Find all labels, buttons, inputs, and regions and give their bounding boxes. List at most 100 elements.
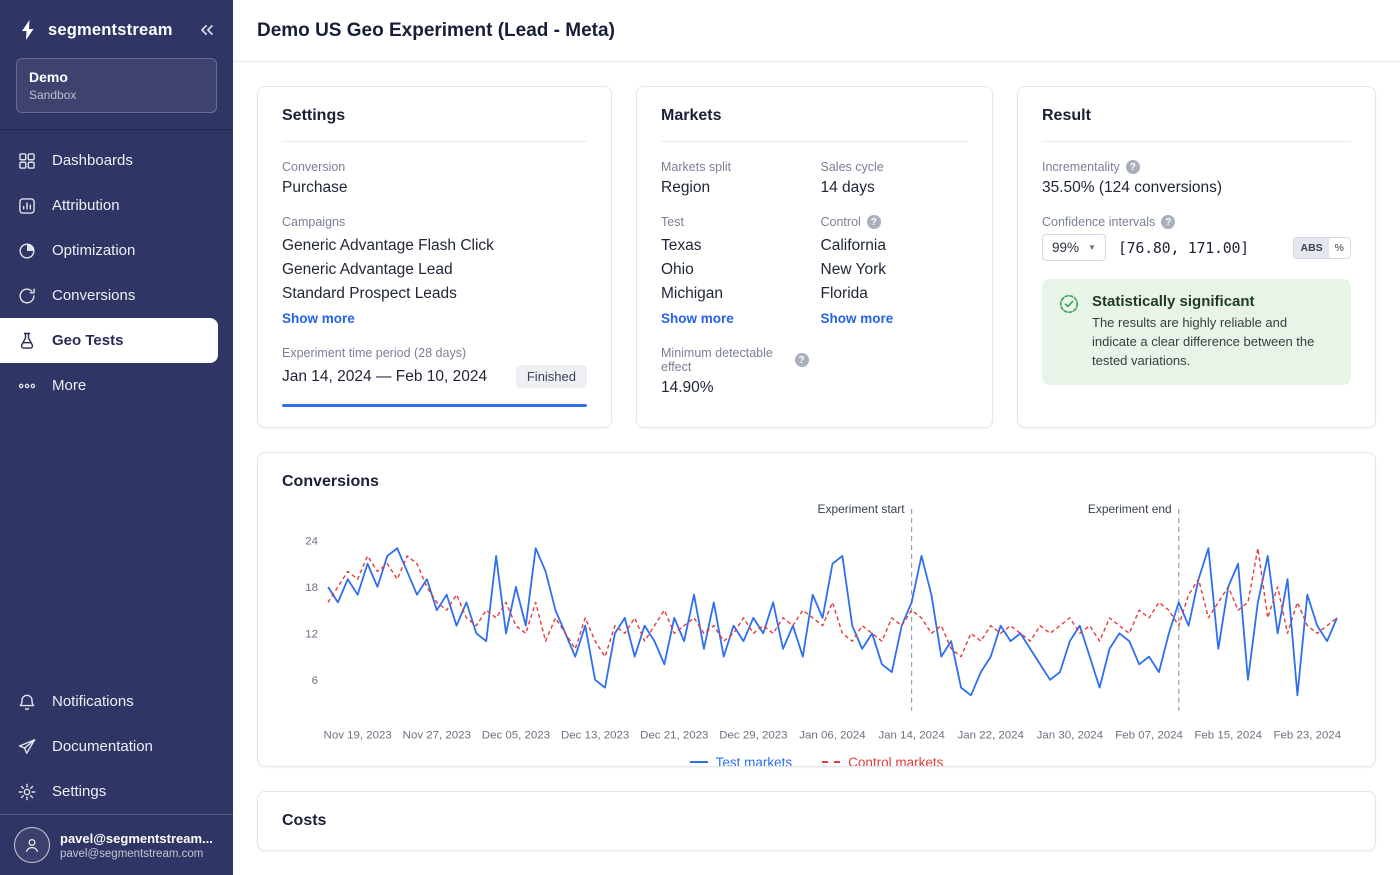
test-markets-field: Test Texas Ohio Michigan Show more	[661, 215, 809, 328]
markets-card-title: Markets	[661, 107, 968, 125]
segmentstream-logo[interactable]: segmentstream	[16, 18, 173, 42]
test-markets-show-more-link[interactable]: Show more	[661, 311, 734, 326]
legend-item-control-markets[interactable]: Control markets	[822, 755, 943, 767]
confidence-intervals-label: Confidence intervals ?	[1042, 215, 1351, 229]
abs-toggle-option[interactable]: ABS	[1294, 238, 1328, 258]
documentation-icon	[16, 737, 38, 757]
test-markets-label: Test	[661, 215, 809, 229]
settings-card-title: Settings	[282, 107, 587, 125]
confidence-level-value: 99%	[1052, 240, 1079, 255]
svg-text:18: 18	[305, 582, 318, 594]
incrementality-label-text: Incrementality	[1042, 160, 1120, 174]
costs-card-title: Costs	[282, 812, 1351, 830]
status-badge: Finished	[516, 365, 587, 388]
markets-split-field: Markets split Region	[661, 160, 809, 197]
test-market-item: Michigan	[661, 282, 809, 306]
significance-text: The results are highly reliable and indi…	[1092, 314, 1335, 371]
control-markets-label-text: Control	[821, 215, 861, 229]
confidence-intervals-help-icon[interactable]: ?	[1161, 215, 1175, 229]
user-name: pavel@segmentstream...	[60, 831, 213, 846]
sidebar-item-notifications[interactable]: Notifications	[0, 679, 233, 724]
conversions-card: Conversions 6121824Nov 19, 2023Nov 27, 2…	[257, 452, 1376, 767]
svg-text:Dec 05, 2023: Dec 05, 2023	[482, 730, 550, 742]
svg-text:Nov 19, 2023: Nov 19, 2023	[324, 730, 392, 742]
confidence-interval-value: [76.80, 171.00]	[1118, 239, 1249, 257]
avatar	[14, 827, 50, 863]
mde-value: 14.90%	[661, 379, 809, 397]
sidebar-item-label: Notifications	[52, 693, 134, 710]
user-account[interactable]: pavel@segmentstream... pavel@segmentstre…	[0, 814, 233, 875]
sidebar-collapse-icon[interactable]	[197, 20, 217, 40]
svg-text:Feb 23, 2024: Feb 23, 2024	[1274, 730, 1342, 742]
segmentstream-logo-icon	[16, 18, 40, 42]
sidebar-item-dashboards[interactable]: Dashboards	[0, 138, 233, 183]
sidebar-item-more[interactable]: More	[0, 363, 233, 408]
conversion-field: Conversion Purchase	[282, 160, 587, 197]
test-market-item: Texas	[661, 234, 809, 258]
markets-split-value: Region	[661, 179, 809, 197]
control-markets-show-more-link[interactable]: Show more	[821, 311, 894, 326]
confidence-intervals-field: Confidence intervals ? 99% ▼ [76.80, 171…	[1042, 215, 1351, 261]
svg-text:Feb 15, 2024: Feb 15, 2024	[1194, 730, 1262, 742]
campaigns-show-more-link[interactable]: Show more	[282, 311, 355, 326]
sidebar-item-attribution[interactable]: Attribution	[0, 183, 233, 228]
workspace-switcher[interactable]: Demo Sandbox	[16, 58, 217, 113]
topbar: Demo US Geo Experiment (Lead - Meta)	[233, 0, 1400, 62]
control-markets-list: California New York Florida	[821, 234, 969, 306]
confidence-intervals-row: 99% ▼ [76.80, 171.00] ABS %	[1042, 234, 1351, 261]
control-markets-label: Control ?	[821, 215, 969, 229]
user-email: pavel@segmentstream.com	[60, 848, 213, 860]
svg-text:6: 6	[312, 675, 318, 687]
pct-toggle-option[interactable]: %	[1329, 238, 1350, 258]
sidebar-item-label: Settings	[52, 783, 106, 800]
incrementality-help-icon[interactable]: ?	[1126, 160, 1140, 174]
sales-cycle-value: 14 days	[821, 179, 969, 197]
sidebar-item-settings[interactable]: Settings	[0, 769, 233, 814]
legend-item-test-markets[interactable]: Test markets	[690, 755, 793, 767]
campaign-item: Generic Advantage Lead	[282, 258, 587, 282]
sales-cycle-label: Sales cycle	[821, 160, 969, 174]
period-field: Experiment time period (28 days) Jan 14,…	[282, 346, 587, 407]
sidebar-item-label: Documentation	[52, 738, 153, 755]
sidebar-bottom-nav: Notifications Documentation Settings	[0, 679, 233, 814]
divider	[282, 141, 587, 142]
abs-pct-toggle: ABS %	[1293, 237, 1351, 259]
control-market-item: California	[821, 234, 969, 258]
sidebar-item-label: Attribution	[52, 197, 120, 214]
sidebar-item-documentation[interactable]: Documentation	[0, 724, 233, 769]
sidebar-item-label: More	[52, 377, 86, 394]
sidebar-item-conversions[interactable]: Conversions	[0, 273, 233, 318]
confidence-level-dropdown[interactable]: 99% ▼	[1042, 234, 1106, 261]
sidebar: segmentstream Demo Sandbox Dashboards At…	[0, 0, 233, 875]
sales-cycle-field: Sales cycle 14 days	[821, 160, 969, 197]
svg-text:12: 12	[305, 628, 318, 640]
significance-title: Statistically significant	[1092, 293, 1335, 310]
markets-grid: Markets split Region Sales cycle 14 days…	[661, 160, 968, 397]
conversions-chart-svg: 6121824Nov 19, 2023Nov 27, 2023Dec 05, 2…	[282, 495, 1351, 747]
campaign-item: Standard Prospect Leads	[282, 282, 587, 306]
sidebar-item-geo-tests[interactable]: Geo Tests	[0, 318, 218, 363]
result-card: Result Incrementality ? 35.50% (124 conv…	[1017, 86, 1376, 428]
significance-content: Statistically significant The results ar…	[1092, 293, 1335, 371]
campaigns-label: Campaigns	[282, 215, 587, 229]
legend-label: Control markets	[848, 755, 943, 767]
sidebar-item-label: Geo Tests	[52, 332, 123, 349]
control-markets-legend-swatch	[822, 761, 840, 763]
campaigns-list: Generic Advantage Flash Click Generic Ad…	[282, 234, 587, 306]
period-row: Jan 14, 2024 — Feb 10, 2024 Finished	[282, 365, 587, 388]
test-market-item: Ohio	[661, 258, 809, 282]
mde-help-icon[interactable]: ?	[795, 353, 809, 367]
svg-text:Experiment start: Experiment start	[817, 502, 905, 516]
costs-card: Costs	[257, 791, 1376, 851]
svg-text:Experiment end: Experiment end	[1088, 502, 1172, 516]
control-help-icon[interactable]: ?	[867, 215, 881, 229]
conversions-card-title: Conversions	[282, 473, 1351, 491]
incrementality-label: Incrementality ?	[1042, 160, 1351, 174]
sidebar-item-optimization[interactable]: Optimization	[0, 228, 233, 273]
mde-label: Minimum detectable effect ?	[661, 346, 809, 374]
result-card-title: Result	[1042, 107, 1351, 125]
sidebar-item-label: Conversions	[52, 287, 135, 304]
significance-banner: Statistically significant The results ar…	[1042, 279, 1351, 385]
chevron-down-icon: ▼	[1088, 243, 1096, 252]
user-info: pavel@segmentstream... pavel@segmentstre…	[60, 831, 213, 860]
